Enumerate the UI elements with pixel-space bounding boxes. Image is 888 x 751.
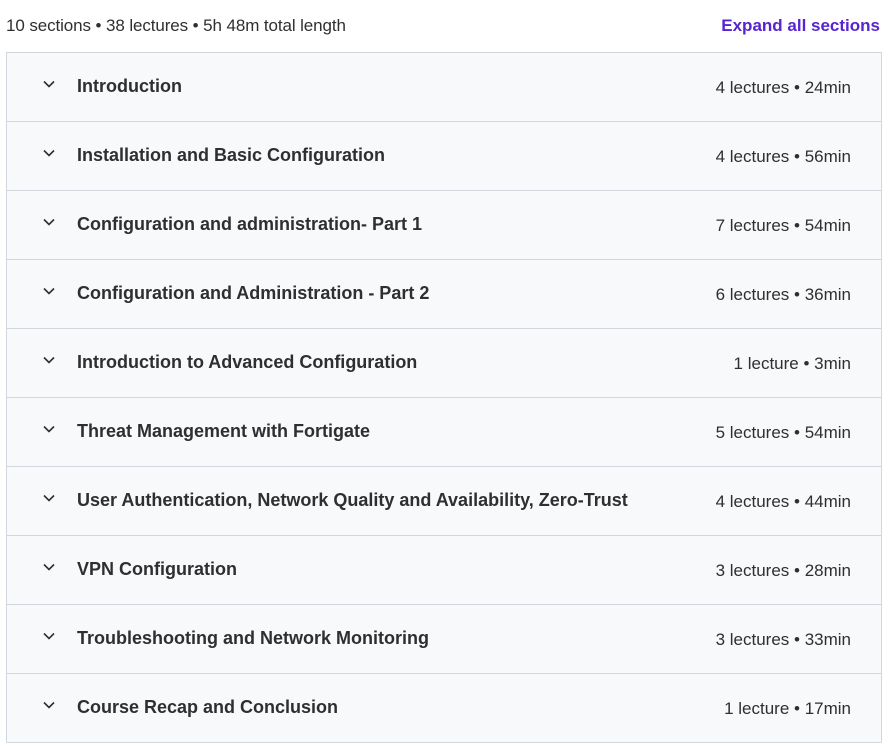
- section-row[interactable]: Introduction to Advanced Configuration 1…: [7, 329, 881, 398]
- section-row[interactable]: Troubleshooting and Network Monitoring 3…: [7, 605, 881, 674]
- curriculum-header: 10 sections • 38 lectures • 5h 48m total…: [0, 0, 888, 52]
- section-row[interactable]: Threat Management with Fortigate 5 lectu…: [7, 398, 881, 467]
- course-summary: 10 sections • 38 lectures • 5h 48m total…: [6, 16, 346, 35]
- chevron-down-icon: [42, 629, 56, 643]
- section-title: Introduction: [77, 76, 182, 96]
- section-row[interactable]: Configuration and administration- Part 1…: [7, 191, 881, 260]
- chevron-down-icon: [42, 560, 56, 574]
- chevron-down-icon: [42, 146, 56, 160]
- section-meta: 4 lectures • 24min: [715, 78, 851, 97]
- expand-all-sections-button[interactable]: Expand all sections: [721, 16, 880, 36]
- section-meta: 1 lecture • 3min: [733, 354, 851, 373]
- section-title: Course Recap and Conclusion: [77, 697, 339, 717]
- section-meta: 3 lectures • 28min: [715, 561, 851, 580]
- section-meta: 6 lectures • 36min: [715, 285, 851, 304]
- section-row[interactable]: Course Recap and Conclusion 1 lecture • …: [7, 674, 881, 743]
- section-title: Threat Management with Fortigate: [77, 421, 371, 441]
- section-meta: 5 lectures • 54min: [715, 423, 851, 442]
- chevron-down-icon: [42, 353, 56, 367]
- section-row[interactable]: Configuration and Administration - Part …: [7, 260, 881, 329]
- section-title: VPN Configuration: [77, 559, 237, 579]
- chevron-down-icon: [42, 284, 56, 298]
- section-title: Introduction to Advanced Configuration: [77, 352, 418, 372]
- section-meta: 4 lectures • 56min: [715, 147, 851, 166]
- section-row[interactable]: User Authentication, Network Quality and…: [7, 467, 881, 536]
- chevron-down-icon: [42, 215, 56, 229]
- chevron-down-icon: [42, 77, 56, 91]
- section-list: Introduction 4 lectures • 24min Installa…: [6, 52, 882, 743]
- chevron-down-icon: [42, 422, 56, 436]
- chevron-down-icon: [42, 491, 56, 505]
- section-title: Installation and Basic Configuration: [77, 145, 386, 165]
- section-meta: 4 lectures • 44min: [715, 492, 851, 511]
- section-title: Configuration and administration- Part 1: [77, 214, 423, 234]
- chevron-down-icon: [42, 698, 56, 712]
- section-row[interactable]: VPN Configuration 3 lectures • 28min: [7, 536, 881, 605]
- section-meta: 1 lecture • 17min: [724, 699, 851, 718]
- section-title: Troubleshooting and Network Monitoring: [77, 628, 429, 648]
- section-meta: 3 lectures • 33min: [715, 630, 851, 649]
- section-title: User Authentication, Network Quality and…: [77, 490, 628, 510]
- section-meta: 7 lectures • 54min: [715, 216, 851, 235]
- section-title: Configuration and Administration - Part …: [77, 283, 430, 303]
- section-row[interactable]: Installation and Basic Configuration 4 l…: [7, 122, 881, 191]
- section-row[interactable]: Introduction 4 lectures • 24min: [7, 53, 881, 122]
